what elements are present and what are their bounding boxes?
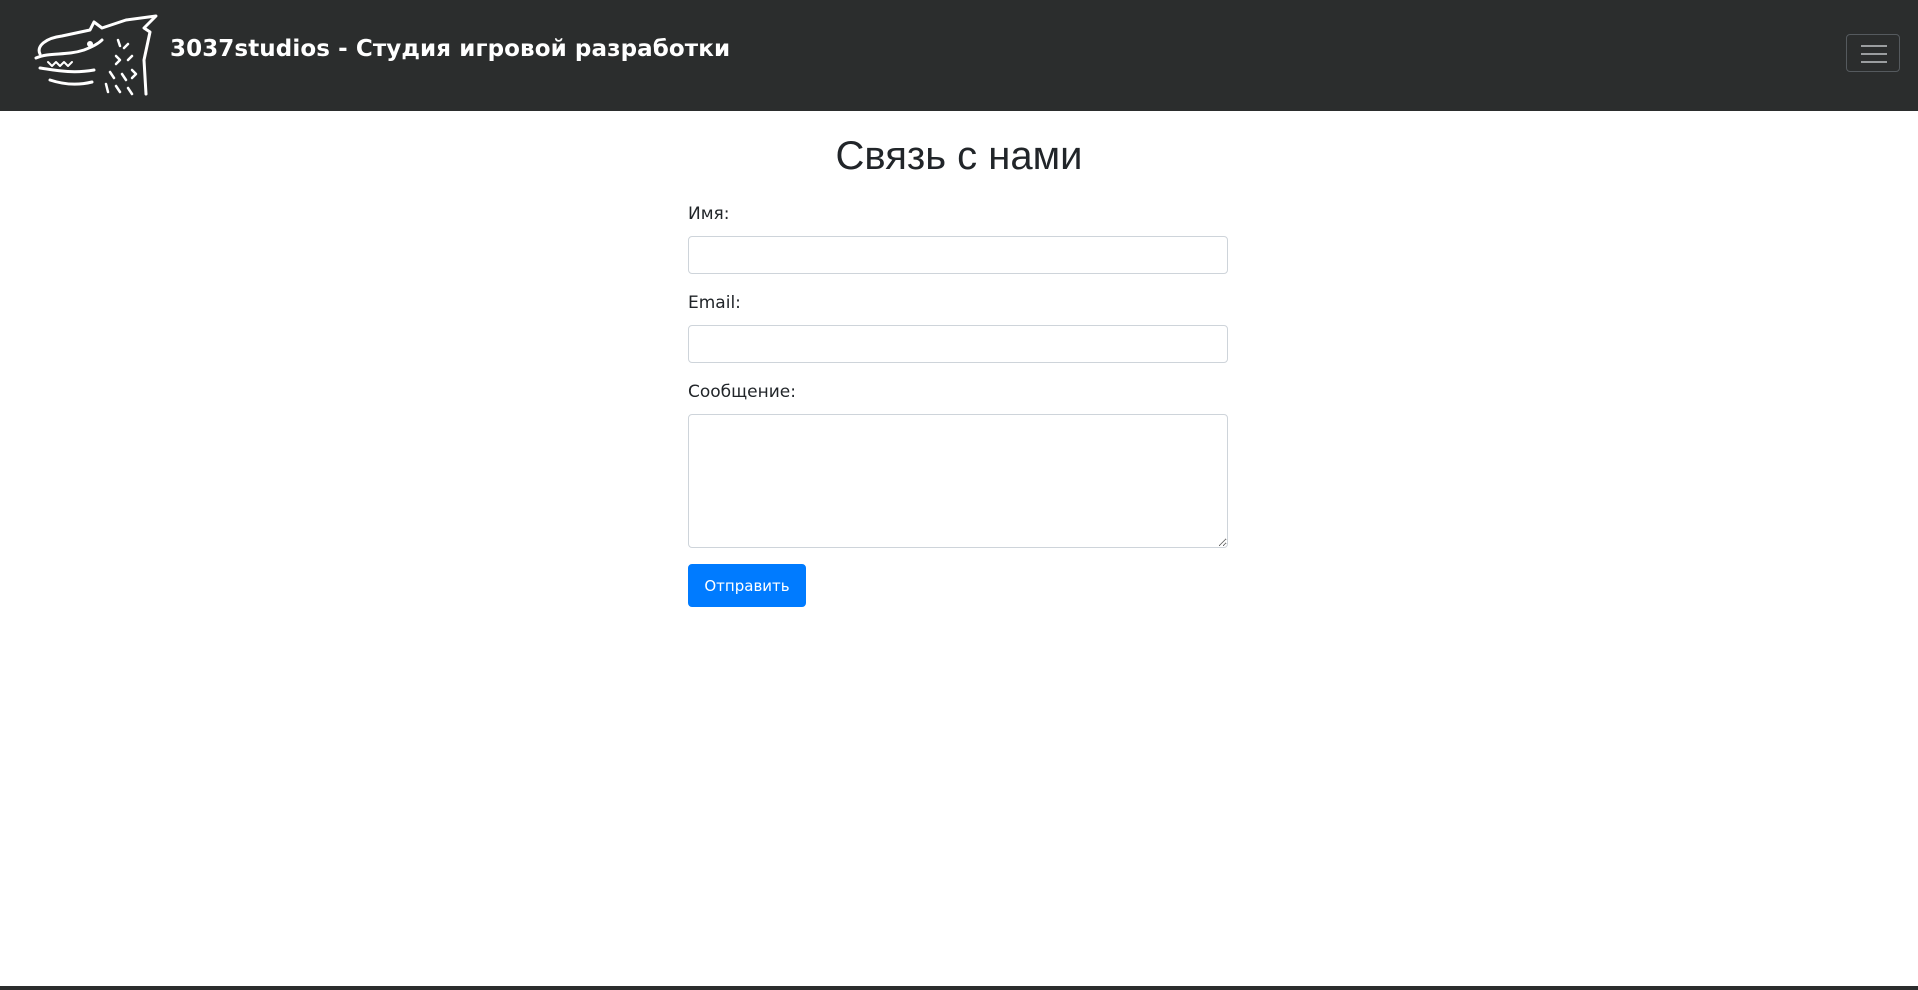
message-textarea[interactable] <box>688 414 1228 548</box>
bottom-border <box>0 986 1918 990</box>
navbar-toggle-button[interactable] <box>1846 34 1900 72</box>
navbar: 3037studios - Студия игровой разработки <box>0 0 1918 111</box>
name-input[interactable] <box>688 236 1228 274</box>
email-input[interactable] <box>688 325 1228 363</box>
email-label: Email: <box>688 293 741 313</box>
brand-title[interactable]: 3037studios - Студия игровой разработки <box>170 36 730 62</box>
wolf-head-logo[interactable] <box>32 14 160 100</box>
page-title: Связь с нами <box>835 134 1083 178</box>
submit-button[interactable]: Отправить <box>688 564 806 607</box>
message-label: Сообщение: <box>688 382 796 402</box>
name-label: Имя: <box>688 204 730 224</box>
